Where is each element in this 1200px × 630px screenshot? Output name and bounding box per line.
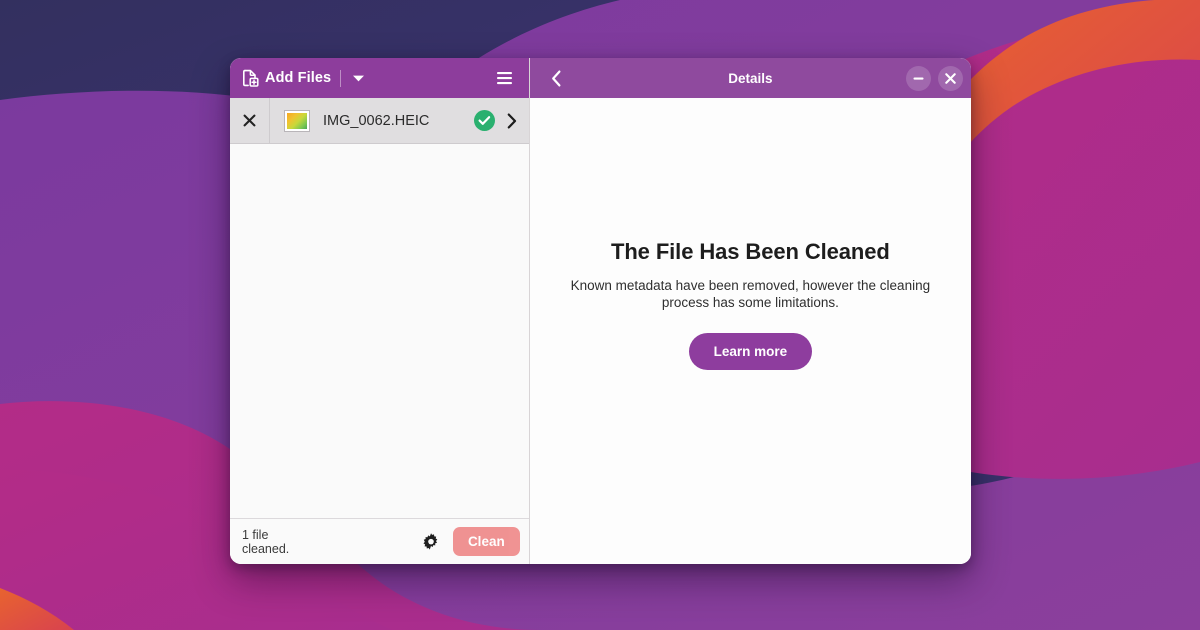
add-files-dropdown-button[interactable] <box>348 67 368 89</box>
chevron-right-icon <box>507 113 517 129</box>
learn-more-button[interactable]: Learn more <box>688 332 813 370</box>
file-list-item[interactable]: IMG_0062.HEIC <box>230 98 529 144</box>
add-files-button[interactable]: Add Files <box>240 67 337 89</box>
result-title: The File Has Been Cleaned <box>611 238 890 264</box>
add-files-split-button[interactable]: Add Files <box>240 64 368 92</box>
document-add-icon <box>242 69 259 87</box>
minimize-icon <box>913 77 924 80</box>
details-content: The File Has Been Cleaned Known metadata… <box>529 98 971 564</box>
hamburger-menu-icon <box>496 71 513 85</box>
gear-icon <box>422 532 440 551</box>
main-menu-button[interactable] <box>491 64 519 92</box>
settings-button[interactable] <box>417 528 445 556</box>
left-headerbar: Add Files <box>230 58 529 98</box>
close-window-button[interactable] <box>938 65 963 91</box>
add-files-label: Add Files <box>265 70 332 86</box>
clean-button[interactable]: Clean <box>452 527 520 556</box>
chevron-left-icon <box>551 70 562 87</box>
desktop-background: Add Files IMG_0062.HEIC 1 file cleaned. … <box>0 0 1200 630</box>
chevron-down-icon <box>352 74 365 83</box>
metadata-cleaner-window: Add Files IMG_0062.HEIC 1 file cleaned. … <box>230 58 971 564</box>
close-icon <box>243 114 256 127</box>
file-name: IMG_0062.HEIC <box>323 112 430 129</box>
file-list-pane: Add Files IMG_0062.HEIC 1 file cleaned. … <box>230 58 530 564</box>
details-title: Details <box>728 70 773 86</box>
image-thumbnail-icon <box>284 109 310 132</box>
file-list: IMG_0062.HEIC <box>230 98 529 518</box>
status-text: 1 file cleaned. <box>242 527 290 556</box>
window-controls <box>906 65 963 91</box>
check-circle-icon <box>473 110 495 131</box>
result-description: Known metadata have been removed, howeve… <box>570 277 931 310</box>
details-headerbar: Details <box>529 58 971 98</box>
status-bar: 1 file cleaned. Clean <box>230 518 529 564</box>
open-file-details-button[interactable] <box>495 113 529 129</box>
details-pane: Details The File Has Been Cleaned Known … <box>529 58 971 564</box>
back-button[interactable] <box>542 64 572 92</box>
headerbar-separator <box>340 69 342 87</box>
remove-file-button[interactable] <box>230 98 270 143</box>
close-icon <box>945 72 956 84</box>
minimize-button[interactable] <box>906 65 931 91</box>
